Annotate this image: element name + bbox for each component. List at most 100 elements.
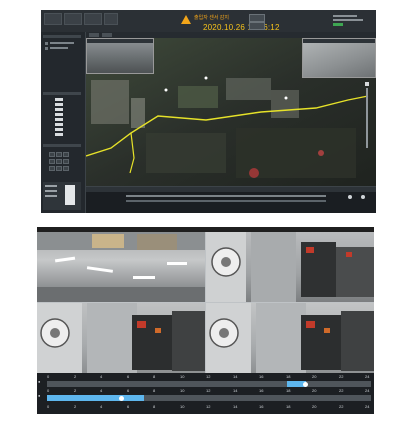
tree-node-icon[interactable] — [45, 47, 48, 50]
layer-item[interactable] — [55, 118, 63, 121]
timeline-tick-label: 18 — [286, 404, 291, 409]
timeline-tick-label: 6 — [127, 388, 130, 393]
timeline-tick-label: 14 — [233, 374, 238, 379]
video-frame — [37, 232, 205, 302]
stats-panel — [43, 182, 81, 210]
camera-popup-left[interactable] — [86, 38, 154, 74]
timeline-ticks-row2: 0 2 4 6 8 10 12 14 16 18 20 22 24 — [47, 388, 371, 393]
timeline-tick-label: 22 — [339, 374, 344, 379]
warning-icon — [181, 15, 191, 24]
video-tile-3[interactable] — [37, 303, 205, 373]
timeline-tick-label: 4 — [100, 388, 103, 393]
ptz-preset-button[interactable] — [49, 166, 55, 171]
timeline-tick-label: 10 — [180, 404, 185, 409]
video-frame — [206, 232, 374, 302]
playback-screen: 0 2 4 6 8 10 12 14 16 18 20 22 24 ● 0 2 4 6 8 10 12 14 16 18 2… — [37, 227, 374, 414]
timeline-tick-label: 24 — [365, 404, 370, 409]
table-row[interactable] — [126, 195, 326, 197]
timeline-tick-label: 22 — [339, 388, 344, 393]
map-tab[interactable] — [89, 33, 99, 37]
ptz-zoom-in-button[interactable] — [49, 159, 55, 164]
ptz-down-button[interactable] — [56, 159, 62, 164]
toolbar-button-4[interactable] — [104, 13, 118, 25]
alarm-confirm-button[interactable] — [249, 14, 265, 22]
event-table — [86, 186, 376, 213]
timeline-tick-label: 8 — [153, 374, 156, 379]
timeline-tick-label: 8 — [153, 388, 156, 393]
timeline-tick-label: 18 — [286, 388, 291, 393]
alarm-timestamp: 2020.10.26 11:56:12 — [203, 23, 280, 32]
map-zoom-control[interactable] — [361, 82, 373, 152]
row2-indicator-icon: ● — [38, 393, 41, 398]
timeline-tick-label: 20 — [312, 374, 317, 379]
sidebar-header — [43, 35, 81, 38]
timeline-tick-label: 12 — [206, 388, 211, 393]
layer-item[interactable] — [55, 103, 63, 106]
ptz-right-button[interactable] — [63, 152, 69, 157]
layer-item[interactable] — [55, 113, 63, 116]
alarm-message: 출입자 센서 감지 — [194, 15, 229, 21]
ptz-left-button[interactable] — [49, 152, 55, 157]
timeline-tick-label: 6 — [127, 374, 130, 379]
timeline-track-row1[interactable] — [47, 381, 371, 387]
timeline-tick-label: 2 — [74, 404, 77, 409]
video-tile-4[interactable] — [206, 303, 374, 373]
ptz-preset-button[interactable] — [63, 166, 69, 171]
timeline-tick-label: 4 — [100, 374, 103, 379]
timeline-tick-label: 4 — [100, 404, 103, 409]
top-toolbar: 출입자 센서 감지 2020.10.26 11:56:12 — [41, 10, 376, 32]
timeline-tick-label: 0 — [47, 374, 50, 379]
timeline-tick-label: 12 — [206, 404, 211, 409]
table-row[interactable] — [126, 200, 326, 202]
tree-node-label[interactable] — [50, 42, 74, 44]
ptz-preset-button[interactable] — [56, 166, 62, 171]
timeline-tick-label: 2 — [74, 388, 77, 393]
event-table-header — [86, 187, 376, 192]
ptz-up-button[interactable] — [56, 152, 62, 157]
row-action-icon[interactable] — [348, 195, 352, 199]
tree-node-label[interactable] — [50, 47, 68, 49]
monitoring-screen: 출입자 센서 감지 2020.10.26 11:56:12 — [41, 10, 376, 213]
camera-popup-right[interactable] — [302, 38, 376, 78]
ptz-zoom-out-button[interactable] — [63, 159, 69, 164]
timeline-tick-label: 20 — [312, 404, 317, 409]
video-tile-2[interactable] — [206, 232, 374, 302]
row1-indicator-icon: ● — [38, 379, 41, 384]
ptz-header — [43, 144, 81, 147]
toolbar-button-1[interactable] — [44, 13, 62, 25]
timeline-track-row2[interactable] — [47, 395, 371, 401]
layer-header — [43, 92, 81, 95]
row-action-icon[interactable] — [361, 195, 365, 199]
timeline-tick-label: 22 — [339, 404, 344, 409]
layer-item[interactable] — [55, 128, 63, 131]
timeline-tick-label: 8 — [153, 404, 156, 409]
timeline-tick-label: 6 — [127, 404, 130, 409]
toolbar-button-3[interactable] — [84, 13, 102, 25]
timeline-tick-label: 20 — [312, 388, 317, 393]
layer-item[interactable] — [55, 133, 63, 136]
video-frame — [37, 303, 205, 373]
timeline-handle-row1[interactable] — [303, 381, 308, 387]
map-tab[interactable] — [102, 33, 112, 37]
timeline-tick-label: 16 — [259, 404, 264, 409]
timeline-tick-label: 18 — [286, 374, 291, 379]
layer-item[interactable] — [55, 98, 63, 101]
layer-item[interactable] — [55, 108, 63, 111]
playback-timeline: 0 2 4 6 8 10 12 14 16 18 20 22 24 ● 0 2 4 6 8 10 12 14 16 18 2… — [37, 373, 374, 414]
video-frame — [206, 303, 374, 373]
timeline-fill-row2 — [47, 395, 144, 401]
timeline-handle-row2[interactable] — [119, 395, 124, 401]
timeline-tick-label: 0 — [47, 388, 50, 393]
status-info — [333, 15, 373, 26]
left-sidebar — [41, 32, 86, 213]
satellite-map[interactable] — [86, 38, 376, 186]
alarm-close-button[interactable] — [249, 22, 265, 30]
timeline-tick-label: 0 — [47, 404, 50, 409]
timeline-tick-label: 10 — [180, 388, 185, 393]
timeline-tick-label: 14 — [233, 404, 238, 409]
video-tile-1[interactable] — [37, 232, 205, 302]
tree-node-icon[interactable] — [45, 42, 48, 45]
toolbar-button-2[interactable] — [64, 13, 82, 25]
layer-item[interactable] — [55, 123, 63, 126]
timeline-ticks-row1: 0 2 4 6 8 10 12 14 16 18 20 22 24 — [47, 374, 371, 379]
